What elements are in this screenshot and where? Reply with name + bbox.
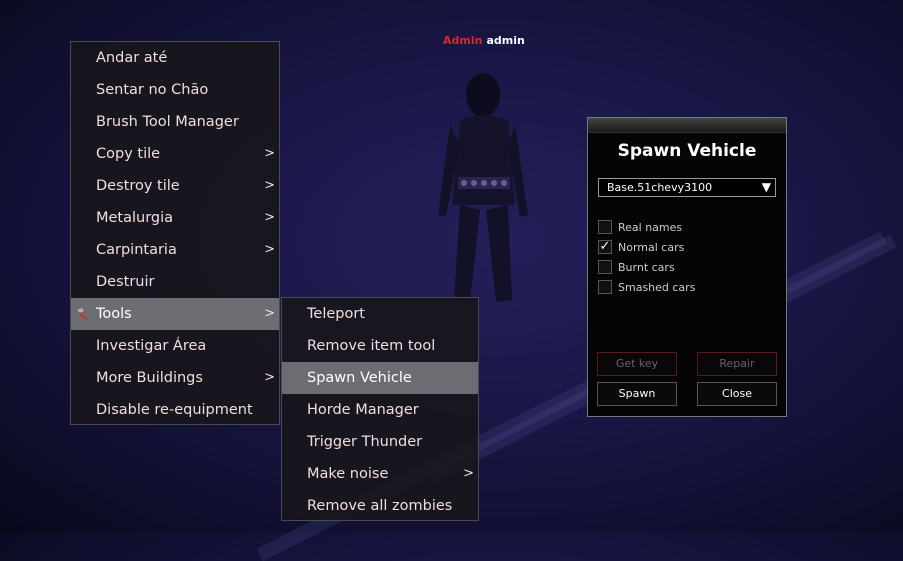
menu-item-carpentry[interactable]: Carpintaria >	[71, 234, 279, 266]
submenu-arrow-icon: >	[463, 466, 474, 481]
spawn-vehicle-panel: Spawn Vehicle Base.51chevy3100 ▼ Real na…	[587, 117, 787, 417]
tools-submenu: Teleport Remove item tool Spawn Vehicle …	[281, 297, 479, 521]
real-names-checkbox[interactable]	[598, 220, 612, 234]
admin-tag: Admin	[443, 34, 483, 47]
close-button[interactable]: Close	[697, 382, 777, 406]
submenu-item-teleport[interactable]: Teleport	[282, 298, 478, 330]
panel-titlebar[interactable]	[588, 118, 786, 133]
submenu-item-trigger-thunder[interactable]: Trigger Thunder	[282, 426, 478, 458]
player-username: admin	[486, 34, 525, 47]
menu-item-label: Make noise	[307, 466, 389, 482]
vehicle-select[interactable]: Base.51chevy3100 ▼	[598, 178, 776, 197]
menu-item-label: Sentar no Chão	[96, 82, 209, 98]
menu-item-walk-to[interactable]: Andar até	[71, 42, 279, 74]
submenu-item-spawn-vehicle[interactable]: Spawn Vehicle	[282, 362, 478, 394]
hammer-icon	[77, 308, 88, 321]
menu-item-disable-re-equipment[interactable]: Disable re-equipment	[71, 394, 279, 426]
menu-item-label: Carpintaria	[96, 242, 177, 258]
menu-item-metalworking[interactable]: Metalurgia >	[71, 202, 279, 234]
player-nameplate: Admin admin	[443, 34, 525, 47]
submenu-arrow-icon: >	[264, 146, 275, 161]
checkbox-label: Burnt cars	[618, 261, 675, 274]
context-menu: Andar até Sentar no Chão Brush Tool Mana…	[70, 41, 280, 425]
submenu-arrow-icon: >	[264, 306, 275, 321]
player-character[interactable]	[420, 65, 550, 315]
menu-item-sit-on-ground[interactable]: Sentar no Chão	[71, 74, 279, 106]
vehicle-select-value: Base.51chevy3100	[607, 181, 713, 194]
submenu-arrow-icon: >	[264, 370, 275, 385]
menu-item-brush-tool-manager[interactable]: Brush Tool Manager	[71, 106, 279, 138]
submenu-arrow-icon: >	[264, 242, 275, 257]
menu-item-label: Disable re-equipment	[96, 402, 253, 418]
menu-item-label: Destroy tile	[96, 178, 180, 194]
submenu-item-make-noise[interactable]: Make noise >	[282, 458, 478, 490]
menu-item-label: Teleport	[307, 306, 365, 322]
menu-item-label: Tools	[96, 306, 132, 322]
menu-item-label: Trigger Thunder	[307, 434, 423, 450]
menu-item-label: Metalurgia	[96, 210, 174, 226]
submenu-item-remove-all-zombies[interactable]: Remove all zombies	[282, 490, 478, 522]
menu-item-more-buildings[interactable]: More Buildings >	[71, 362, 279, 394]
menu-item-destroy-tile[interactable]: Destroy tile >	[71, 170, 279, 202]
menu-item-label: Andar até	[96, 50, 168, 66]
submenu-item-remove-item-tool[interactable]: Remove item tool	[282, 330, 478, 362]
smashed-cars-checkbox[interactable]	[598, 280, 612, 294]
get-key-button[interactable]: Get key	[597, 352, 677, 376]
menu-item-label: Spawn Vehicle	[307, 370, 412, 386]
spawn-button[interactable]: Spawn	[597, 382, 677, 406]
menu-item-label: Destruir	[96, 274, 155, 290]
menu-item-tools[interactable]: Tools >	[71, 298, 279, 330]
menu-item-label: Horde Manager	[307, 402, 419, 418]
submenu-arrow-icon: >	[264, 210, 275, 225]
menu-item-label: Investigar Área	[96, 338, 207, 354]
checkbox-label: Real names	[618, 221, 683, 234]
menu-item-label: More Buildings	[96, 370, 203, 386]
checkbox-label: Smashed cars	[618, 281, 696, 294]
menu-item-label: Brush Tool Manager	[96, 114, 239, 130]
panel-title: Spawn Vehicle	[617, 141, 757, 161]
menu-item-investigate-area[interactable]: Investigar Área	[71, 330, 279, 362]
normal-cars-checkbox[interactable]: ✓	[598, 240, 612, 254]
menu-item-copy-tile[interactable]: Copy tile >	[71, 138, 279, 170]
submenu-item-horde-manager[interactable]: Horde Manager	[282, 394, 478, 426]
menu-item-label: Remove all zombies	[307, 498, 453, 514]
checkbox-label: Normal cars	[618, 241, 685, 254]
burnt-cars-checkbox[interactable]	[598, 260, 612, 274]
triangle-down-icon: ▼	[761, 180, 771, 194]
menu-item-label: Remove item tool	[307, 338, 436, 354]
menu-item-label: Copy tile	[96, 146, 161, 162]
repair-button[interactable]: Repair	[697, 352, 777, 376]
submenu-arrow-icon: >	[264, 178, 275, 193]
menu-item-destroy[interactable]: Destruir	[71, 266, 279, 298]
